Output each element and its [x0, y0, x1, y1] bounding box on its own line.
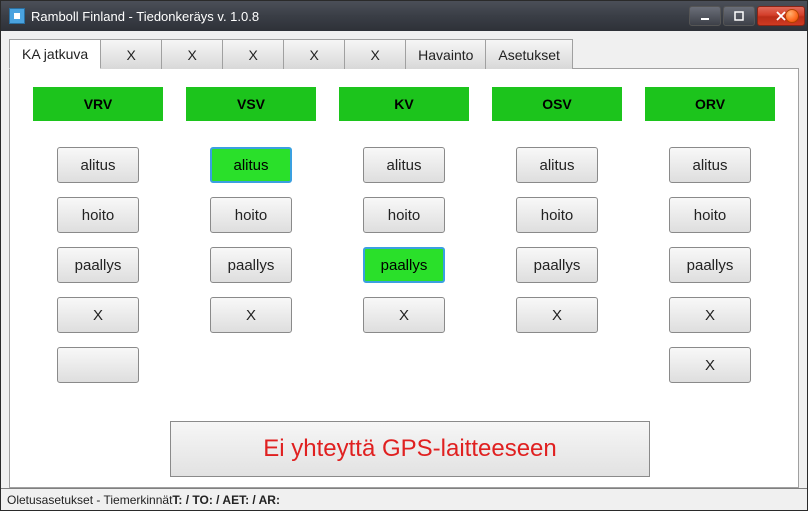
cell-button-vsv-3[interactable]: X [210, 297, 292, 333]
cell-button-kv-3[interactable]: X [363, 297, 445, 333]
status-indicator-icon [785, 9, 799, 23]
column-osv: OSV alitus hoito paallys X [487, 87, 627, 475]
minimize-button[interactable] [689, 6, 721, 26]
tab-x-2[interactable]: X [161, 39, 223, 69]
cell-button-osv-0[interactable]: alitus [516, 147, 598, 183]
cell-button-kv-0[interactable]: alitus [363, 147, 445, 183]
columns-container: VRV alitus hoito paallys X VSV alitus hoito paal… [28, 87, 780, 475]
tab-asetukset[interactable]: Asetukset [485, 39, 572, 69]
column-vsv: VSV alitus hoito paallys X [181, 87, 321, 475]
cell-button-vrv-3[interactable]: X [57, 297, 139, 333]
status-prefix: Oletusasetukset - Tiemerkinnät [7, 493, 172, 507]
tab-x-1[interactable]: X [100, 39, 162, 69]
tab-ka-jatkuva[interactable]: KA jatkuva [9, 39, 101, 69]
cell-button-vrv-2[interactable]: paallys [57, 247, 139, 283]
cell-button-orv-4[interactable]: X [669, 347, 751, 383]
column-orv: ORV alitus hoito paallys XX [640, 87, 780, 475]
tab-havainto[interactable]: Havainto [405, 39, 486, 69]
titlebar[interactable]: Ramboll Finland - Tiedonkeräys v. 1.0.8 [1, 1, 807, 31]
tabstrip: KA jatkuvaXXXXXHavaintoAsetukset [9, 39, 799, 69]
app-window: Ramboll Finland - Tiedonkeräys v. 1.0.8 … [0, 0, 808, 511]
cell-button-vsv-0[interactable]: alitus [210, 147, 292, 183]
cell-button-vrv-4[interactable] [57, 347, 139, 383]
column-header-orv[interactable]: ORV [645, 87, 775, 121]
statusbar: Oletusasetukset - Tiemerkinnät T: / TO: … [1, 488, 807, 510]
cell-button-orv-0[interactable]: alitus [669, 147, 751, 183]
cell-button-vrv-1[interactable]: hoito [57, 197, 139, 233]
tab-x-5[interactable]: X [344, 39, 406, 69]
maximize-icon [733, 10, 745, 22]
minimize-icon [699, 10, 711, 22]
client-area: KA jatkuvaXXXXXHavaintoAsetukset VRValit… [1, 31, 807, 488]
cell-button-orv-2[interactable]: paallys [669, 247, 751, 283]
tab-panel: VRV alitus hoito paallys X VSV alitus hoito paal… [9, 68, 799, 488]
cell-button-orv-3[interactable]: X [669, 297, 751, 333]
cell-button-vsv-1[interactable]: hoito [210, 197, 292, 233]
cell-button-kv-1[interactable]: hoito [363, 197, 445, 233]
gps-warning-text: Ei yhteyttä GPS-laitteeseen [263, 435, 556, 463]
app-icon [9, 8, 25, 24]
maximize-button[interactable] [723, 6, 755, 26]
cell-button-kv-2[interactable]: paallys [363, 247, 445, 283]
column-header-osv[interactable]: OSV [492, 87, 622, 121]
cell-button-vsv-2[interactable]: paallys [210, 247, 292, 283]
tab-x-4[interactable]: X [283, 39, 345, 69]
window-title: Ramboll Finland - Tiedonkeräys v. 1.0.8 [31, 9, 689, 24]
gps-warning-banner: Ei yhteyttä GPS-laitteeseen [170, 421, 650, 477]
column-kv: KV alitus hoito paallys X [334, 87, 474, 475]
column-header-vrv[interactable]: VRV [33, 87, 163, 121]
cell-button-osv-2[interactable]: paallys [516, 247, 598, 283]
cell-button-orv-1[interactable]: hoito [669, 197, 751, 233]
status-values: T: / TO: / AET: / AR: [172, 493, 280, 507]
cell-button-vrv-0[interactable]: alitus [57, 147, 139, 183]
column-vrv: VRV alitus hoito paallys X [28, 87, 168, 475]
cell-button-osv-1[interactable]: hoito [516, 197, 598, 233]
cell-button-osv-3[interactable]: X [516, 297, 598, 333]
column-header-kv[interactable]: KV [339, 87, 469, 121]
column-header-vsv[interactable]: VSV [186, 87, 316, 121]
tab-x-3[interactable]: X [222, 39, 284, 69]
